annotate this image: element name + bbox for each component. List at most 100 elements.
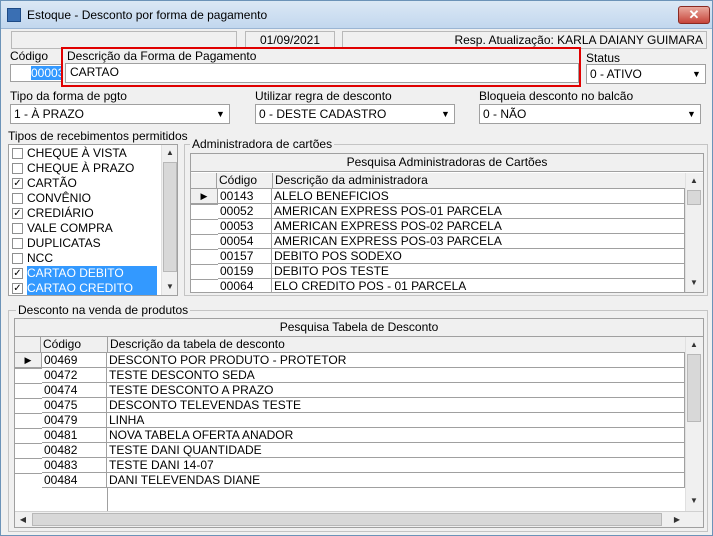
tipo-select[interactable]: 1 - À PRAZO ▼ (10, 104, 230, 124)
desconto-scrollbar[interactable]: ▲ ▼ (685, 337, 703, 511)
row-indicator[interactable] (191, 279, 218, 280)
checkbox[interactable] (12, 193, 23, 204)
close-button[interactable]: ✕ (678, 6, 710, 24)
row-indicator[interactable] (191, 234, 218, 235)
tipo-checkbox-item[interactable]: ✓ CREDIÁRIO (9, 206, 159, 221)
table-cell-desc[interactable]: AMERICAN EXPRESS POS-02 PARCELA (272, 219, 685, 234)
tipo-checkbox-item[interactable]: ✓ CARTAO DEBITO (9, 266, 159, 281)
desconto-grid[interactable]: Pesquisa Tabela de Desconto Código Descr… (14, 318, 704, 528)
table-cell-code[interactable]: 00475 (42, 398, 107, 413)
row-indicator[interactable] (191, 219, 218, 220)
table-cell-desc[interactable]: AMERICAN EXPRESS POS-03 PARCELA (272, 234, 685, 249)
table-cell-code[interactable]: 00481 (42, 428, 107, 443)
scroll-right-icon[interactable]: ▶ (669, 512, 685, 527)
tipo-checkbox-item[interactable]: VALE COMPRA (9, 221, 159, 236)
scroll-down-icon[interactable]: ▼ (686, 275, 702, 291)
checkbox[interactable] (12, 163, 23, 174)
table-cell-code[interactable]: 00474 (42, 383, 107, 398)
tipo-checkbox-item[interactable]: NCC (9, 251, 159, 266)
chevron-down-icon[interactable]: ▼ (212, 105, 229, 123)
table-cell-code[interactable]: 00479 (42, 413, 107, 428)
table-cell-code[interactable]: 00483 (42, 458, 107, 473)
admin-grid[interactable]: Pesquisa Administradoras de Cartões Códi… (190, 153, 704, 293)
table-cell-code[interactable]: 00469 (42, 353, 107, 368)
tipo-checkbox-item[interactable]: CHEQUE À VISTA (9, 146, 159, 161)
checkbox[interactable]: ✓ (12, 268, 23, 279)
regra-select[interactable]: 0 - DESTE CADASTRO ▼ (255, 104, 455, 124)
row-indicator[interactable] (191, 264, 218, 265)
checkbox[interactable] (12, 253, 23, 264)
tipos-checklist[interactable]: CHEQUE À VISTA CHEQUE À PRAZO ✓ CARTÃO CONVÊ… (8, 144, 178, 296)
row-indicator[interactable] (15, 398, 42, 399)
table-cell-code[interactable]: 00052 (218, 204, 272, 219)
table-cell-code[interactable]: 00157 (218, 249, 272, 264)
tipo-checkbox-item[interactable]: ✓ CARTAO CREDITO (9, 281, 159, 295)
row-indicator[interactable] (191, 204, 218, 205)
desconto-hscrollbar[interactable]: ◀ ▶ (15, 511, 703, 527)
row-indicator[interactable] (15, 413, 42, 414)
table-cell-desc[interactable]: ELO CREDITO POS - 01 PARCELA (272, 279, 685, 292)
table-cell-desc[interactable]: DESCONTO POR PRODUTO - PROTETOR (107, 353, 685, 368)
tipos-scrollbar[interactable]: ▲ ▼ (161, 145, 177, 295)
table-cell-desc[interactable]: TESTE DANI QUANTIDADE (107, 443, 685, 458)
table-cell-code[interactable]: 00159 (218, 264, 272, 279)
table-cell-code[interactable]: 00482 (42, 443, 107, 458)
tipo-checkbox-item[interactable]: CONVÊNIO (9, 191, 159, 206)
tipo-checkbox-item[interactable]: ✓ CARTÃO (9, 176, 159, 191)
checkbox[interactable]: ✓ (12, 283, 23, 294)
scroll-up-icon[interactable]: ▲ (162, 145, 177, 161)
table-cell-desc[interactable]: TESTE DANI 14-07 (107, 458, 685, 473)
table-cell-desc[interactable]: ALELO BENEFICIOS (272, 189, 685, 204)
chevron-down-icon[interactable]: ▼ (683, 105, 700, 123)
scroll-down-icon[interactable]: ▼ (686, 493, 702, 509)
scroll-thumb[interactable] (687, 354, 701, 422)
table-cell-desc[interactable]: DEBITO POS SODEXO (272, 249, 685, 264)
codigo-field[interactable]: 00003 (10, 64, 62, 82)
table-cell-code[interactable]: 00484 (42, 473, 107, 488)
checkbox[interactable] (12, 223, 23, 234)
row-indicator[interactable] (15, 458, 42, 459)
table-cell-code[interactable]: 00054 (218, 234, 272, 249)
scroll-left-icon[interactable]: ◀ (15, 512, 31, 527)
checkbox[interactable] (12, 148, 23, 159)
bloqueia-select[interactable]: 0 - NÃO ▼ (479, 104, 701, 124)
row-indicator[interactable] (15, 428, 42, 429)
admin-col-desc[interactable]: Descrição da administradora (272, 173, 428, 189)
table-cell-code[interactable]: 00053 (218, 219, 272, 234)
admin-col-code[interactable]: Código (219, 173, 257, 188)
row-indicator[interactable] (15, 383, 42, 384)
chevron-down-icon[interactable]: ▼ (437, 105, 454, 123)
scroll-down-icon[interactable]: ▼ (162, 279, 177, 295)
chevron-down-icon[interactable]: ▼ (688, 65, 705, 83)
scroll-thumb[interactable] (687, 190, 701, 205)
row-indicator-icon[interactable]: ▶ (15, 353, 42, 368)
checkbox[interactable]: ✓ (12, 208, 23, 219)
table-cell-desc[interactable]: AMERICAN EXPRESS POS-01 PARCELA (272, 204, 685, 219)
table-cell-desc[interactable]: DESCONTO TELEVENDAS TESTE (107, 398, 685, 413)
table-cell-desc[interactable]: NOVA TABELA OFERTA ANADOR (107, 428, 685, 443)
table-cell-desc[interactable]: DEBITO POS TESTE (272, 264, 685, 279)
hscroll-thumb[interactable] (32, 513, 662, 526)
row-indicator[interactable] (191, 249, 218, 250)
table-cell-code[interactable]: 00472 (42, 368, 107, 383)
checkbox[interactable] (12, 238, 23, 249)
tipo-checkbox-item[interactable]: DUPLICATAS (9, 236, 159, 251)
table-cell-code[interactable]: 00143 (218, 189, 272, 204)
row-indicator[interactable] (15, 443, 42, 444)
scroll-up-icon[interactable]: ▲ (686, 173, 702, 189)
row-indicator-icon[interactable]: ▶ (191, 189, 218, 204)
row-indicator[interactable] (15, 368, 42, 369)
scroll-thumb[interactable] (163, 162, 177, 272)
scroll-up-icon[interactable]: ▲ (686, 337, 702, 353)
table-cell-desc[interactable]: TESTE DESCONTO SEDA (107, 368, 685, 383)
admin-scrollbar[interactable]: ▲ ▼ (685, 173, 703, 292)
table-cell-desc[interactable]: TESTE DESCONTO A PRAZO (107, 383, 685, 398)
desconto-col-desc[interactable]: Descrição da tabela de desconto (107, 337, 285, 353)
table-cell-desc[interactable]: DANI TELEVENDAS DIANE (107, 473, 685, 488)
table-cell-code[interactable]: 00064 (218, 279, 272, 292)
table-cell-desc[interactable]: LINHA (107, 413, 685, 428)
tipo-checkbox-item[interactable]: CHEQUE À PRAZO (9, 161, 159, 176)
desconto-col-code[interactable]: Código (43, 337, 81, 352)
row-indicator[interactable] (15, 473, 42, 474)
status-select[interactable]: 0 - ATIVO ▼ (586, 64, 706, 84)
